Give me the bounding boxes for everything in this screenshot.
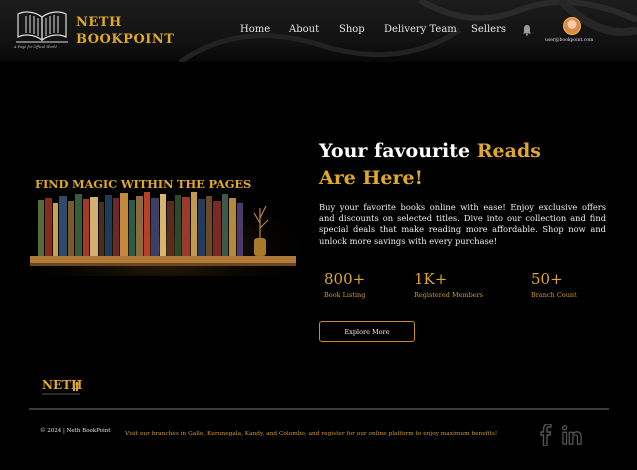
- stat-label: Book Listing: [324, 291, 366, 299]
- banner-title: FIND MAGIC WITHIN THE PAGES: [35, 177, 252, 191]
- hero-title-gold-2: Are Here!: [319, 167, 423, 189]
- nav-delivery-team[interactable]: Delivery Team: [384, 24, 457, 35]
- footer-logo-icon[interactable]: NETH: [40, 374, 84, 398]
- hero-title-gold-1: Reads: [476, 140, 541, 162]
- brand-line-1: NETH: [76, 15, 122, 30]
- nav-sellers[interactable]: Sellers: [471, 24, 506, 35]
- copyright-text[interactable]: © 2024 | Neth BookPoint: [40, 428, 110, 434]
- stat-branch-count: 50+ Branch Count: [531, 270, 577, 299]
- nav-shop[interactable]: Shop: [339, 24, 365, 35]
- stat-book-listing: 800+ Book Listing: [324, 270, 365, 299]
- brand-line-2: BOOKPOINT: [76, 32, 175, 47]
- avatar[interactable]: [563, 17, 581, 35]
- hero-title: Your favourite Reads Are Here!: [319, 138, 579, 192]
- stat-label: Registered Members: [414, 291, 484, 299]
- logo-icon[interactable]: [14, 6, 70, 50]
- stat-value: 800+: [324, 270, 366, 288]
- stat-label: Branch Count: [531, 291, 577, 299]
- footer-divider: [29, 408, 609, 410]
- hero-title-white: Your favourite: [319, 140, 471, 162]
- user-email: user@bookpoint.com: [545, 38, 594, 43]
- stat-registered-members: 1K+ Registered Members: [414, 270, 483, 299]
- bell-icon[interactable]: [522, 24, 532, 36]
- nav-home[interactable]: Home: [240, 24, 270, 35]
- facebook-icon[interactable]: [536, 424, 556, 446]
- stat-value: 50+: [531, 270, 563, 288]
- brand-name[interactable]: NETH BOOKPOINT: [76, 14, 174, 48]
- stat-value: 1K+: [414, 270, 448, 288]
- logo-tagline: A Page for Offical World: [14, 45, 57, 49]
- nav-about[interactable]: About: [289, 24, 319, 35]
- footer-message: Visit our branches in Galle, Kurunegala,…: [125, 431, 498, 437]
- explore-more-button[interactable]: Explore More: [319, 321, 415, 342]
- hero-description: Buy your favorite books online with ease…: [319, 202, 606, 246]
- linkedin-icon[interactable]: [562, 424, 582, 446]
